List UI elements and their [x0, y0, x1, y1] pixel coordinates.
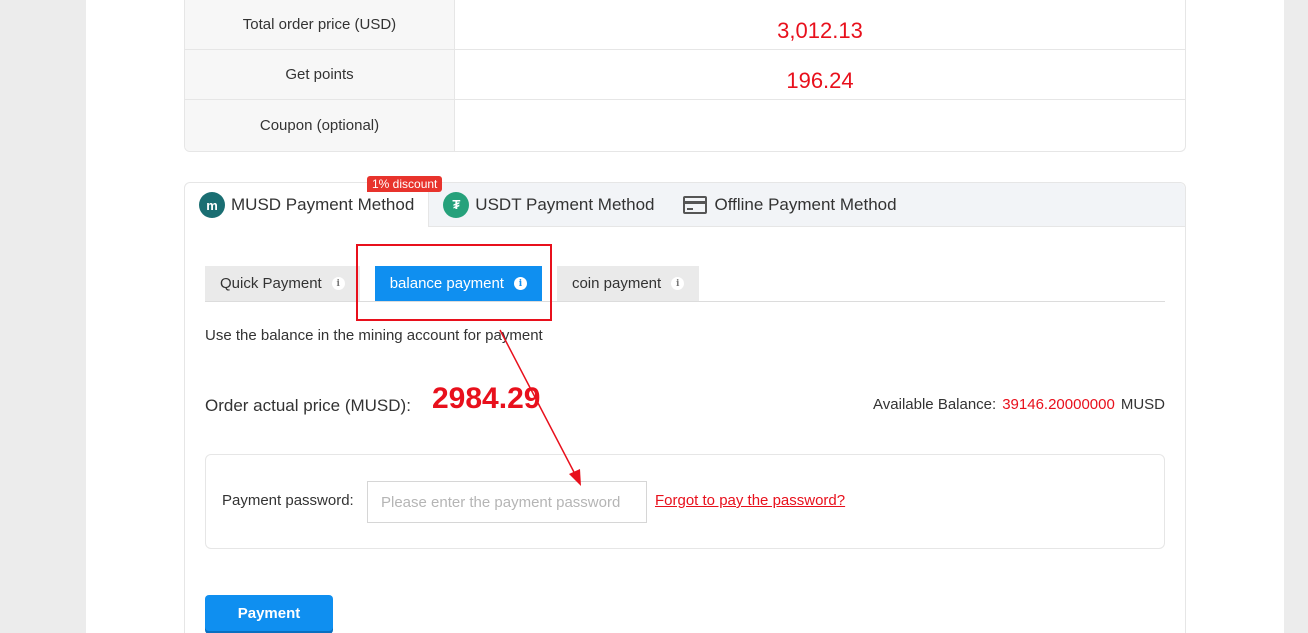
available-balance: Available Balance: 39146.20000000 MUSD — [873, 396, 1165, 413]
tab-offline-payment[interactable]: Offline Payment Method — [669, 183, 911, 226]
info-icon[interactable]: i — [331, 277, 345, 290]
order-price-value: 2984.29 — [432, 382, 541, 415]
info-icon[interactable]: i — [513, 277, 527, 290]
order-summary-table: Total order price (USD) 3,012.13 Get poi… — [184, 0, 1186, 152]
balance-value: 39146.20000000 — [1002, 396, 1115, 413]
payment-password-label: Payment password: — [222, 492, 354, 509]
coupon-label: Coupon (optional) — [185, 100, 455, 151]
payment-panel: m MUSD Payment Method 1% discount ₮ USDT… — [184, 176, 1186, 633]
get-points-label: Get points — [185, 50, 455, 99]
table-row: Total order price (USD) 3,012.13 — [185, 0, 1185, 50]
usdt-coin-icon: ₮ — [443, 191, 470, 218]
forgot-password-link[interactable]: Forgot to pay the password? — [655, 492, 845, 509]
payment-button[interactable]: Payment — [205, 595, 333, 631]
total-order-price-value: 3,012.13 — [777, 18, 863, 43]
tab-usdt-payment[interactable]: ₮ USDT Payment Method — [429, 183, 668, 226]
tab-musd-payment[interactable]: m MUSD Payment Method 1% discount — [185, 176, 443, 227]
tab-offline-label: Offline Payment Method — [714, 194, 897, 214]
payment-description: Use the balance in the mining account fo… — [205, 327, 543, 344]
tab-musd-label: MUSD Payment Method — [231, 195, 415, 214]
tab-coin-payment[interactable]: coin payment i — [556, 266, 700, 301]
order-price-row: Order actual price (MUSD): 2984.29 Avail… — [205, 378, 1165, 418]
balance-label: Available Balance: — [873, 396, 997, 413]
musd-coin-icon: m — [199, 192, 225, 218]
table-row: Coupon (optional) — [185, 100, 1185, 151]
coupon-value[interactable] — [455, 100, 1185, 151]
payment-method-tabs: m MUSD Payment Method 1% discount ₮ USDT… — [185, 176, 1185, 227]
balance-unit: MUSD — [1120, 396, 1165, 413]
payment-sub-tabs: Quick Payment i balance payment i coin p… — [205, 266, 1165, 302]
tab-balance-payment[interactable]: balance payment i — [374, 266, 542, 301]
total-order-price-label: Total order price (USD) — [185, 0, 455, 49]
info-icon[interactable]: i — [671, 277, 685, 290]
payment-password-input[interactable] — [367, 481, 647, 523]
tab-quick-payment[interactable]: Quick Payment i — [205, 266, 360, 301]
tab-usdt-label: USDT Payment Method — [475, 194, 655, 214]
table-row: Get points 196.24 — [185, 50, 1185, 100]
credit-card-icon — [682, 195, 707, 214]
tab-balance-payment-label: balance payment — [389, 275, 504, 292]
payment-password-box: Payment password: Forgot to pay the pass… — [205, 454, 1165, 549]
tab-quick-payment-label: Quick Payment — [220, 275, 322, 292]
get-points-value: 196.24 — [786, 68, 854, 93]
tab-coin-payment-label: coin payment — [571, 275, 662, 292]
order-price-label: Order actual price (MUSD): — [205, 396, 411, 415]
